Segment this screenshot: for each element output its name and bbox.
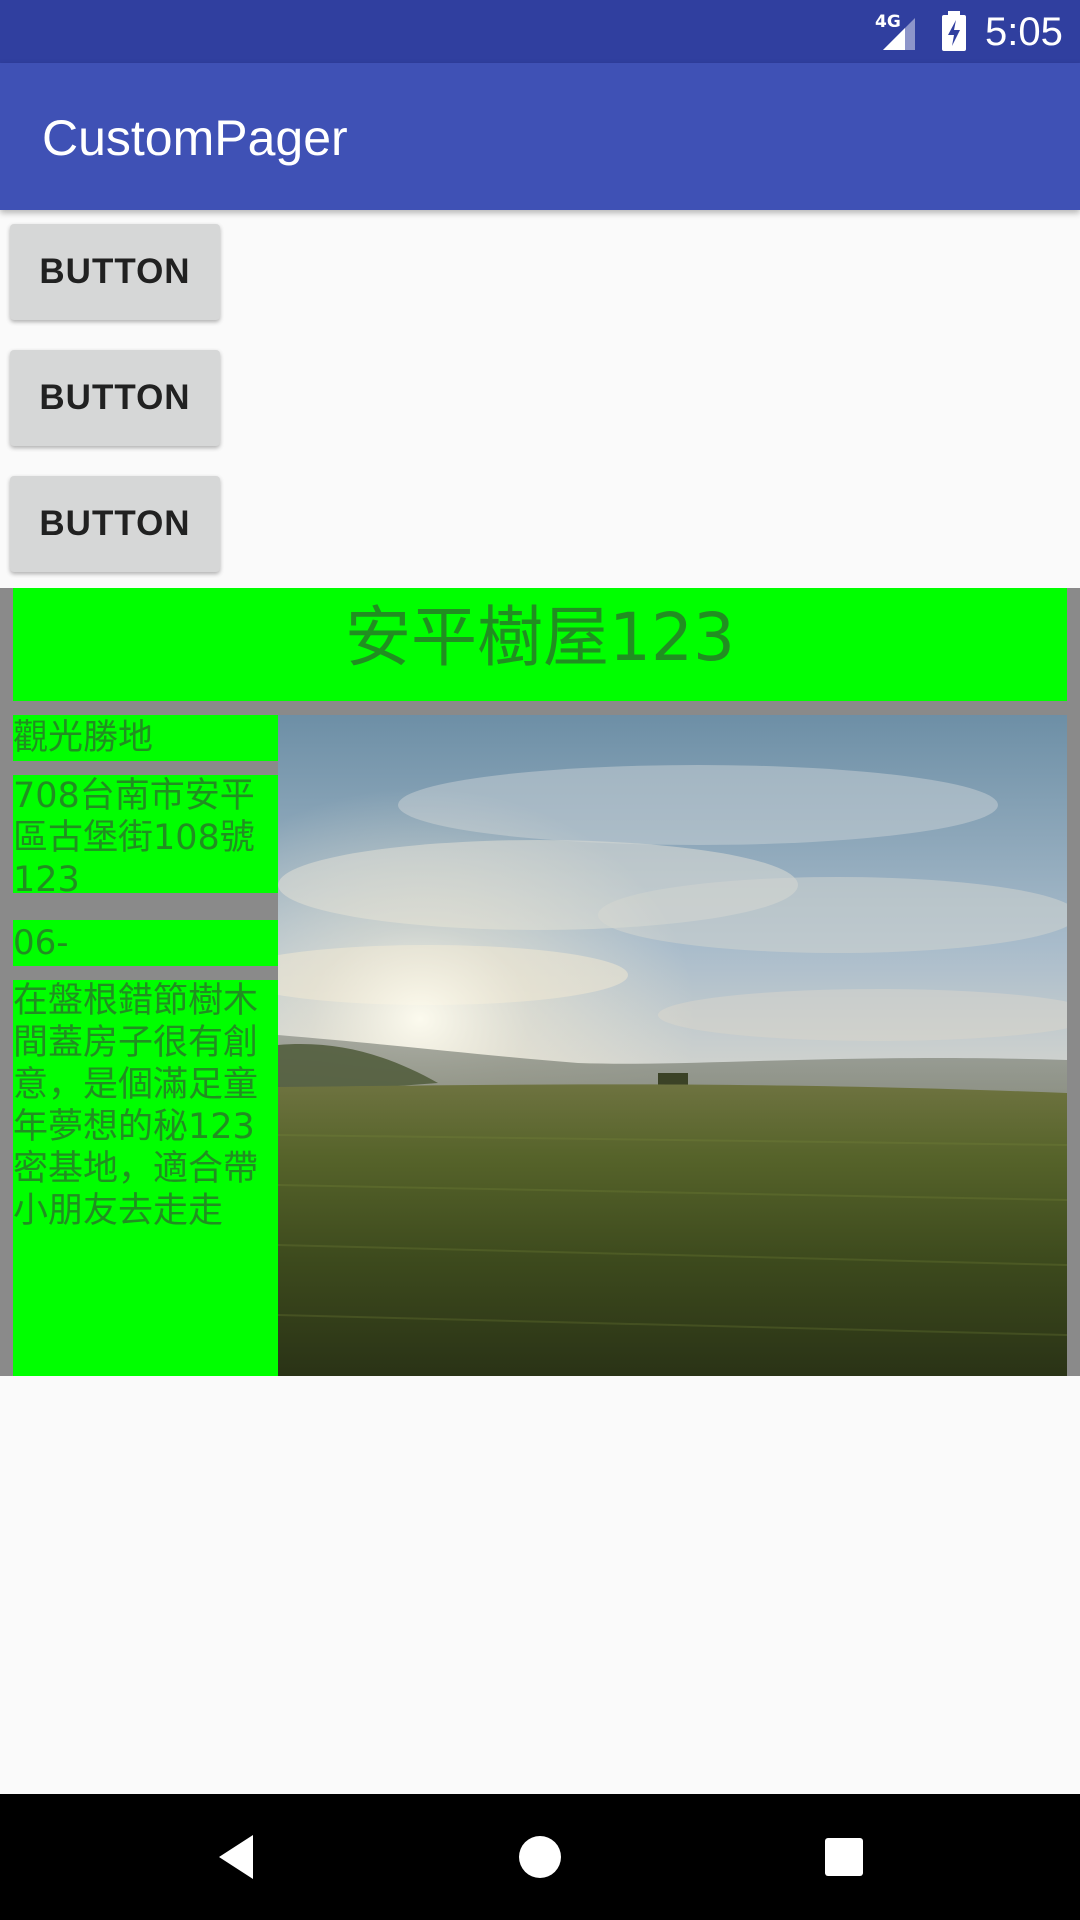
button-2[interactable]: BUTTON: [10, 350, 220, 446]
place-category: 觀光勝地: [13, 715, 278, 761]
button-1[interactable]: BUTTON: [10, 224, 220, 320]
place-photo: [278, 715, 1067, 1376]
recents-icon[interactable]: [812, 1825, 876, 1889]
home-icon[interactable]: [508, 1825, 572, 1889]
status-bar: 4G 5:05: [0, 0, 1080, 63]
app-bar: CustomPager: [0, 63, 1080, 210]
place-phone: 06-3913901123: [13, 920, 278, 966]
place-title: 安平樹屋123: [13, 588, 1067, 701]
button-3[interactable]: BUTTON: [10, 476, 220, 572]
signal-icon: 4G: [875, 12, 923, 52]
navigation-bar: [0, 1794, 1080, 1920]
battery-charging-icon: [939, 11, 969, 51]
place-address: 708台南市安平區古堡街108號123: [13, 775, 278, 893]
view-pager[interactable]: 安平樹屋123 觀光勝地 708台南市安平區古堡街108號123 06-3913…: [0, 588, 1080, 1376]
status-time: 5:05: [985, 10, 1063, 54]
place-description: 在盤根錯節樹木間蓋房子很有創意，是個滿足童年夢想的秘123密基地，適合帶小朋友去…: [13, 980, 278, 1376]
back-icon[interactable]: [205, 1825, 269, 1889]
app-title: CustomPager: [42, 110, 348, 166]
